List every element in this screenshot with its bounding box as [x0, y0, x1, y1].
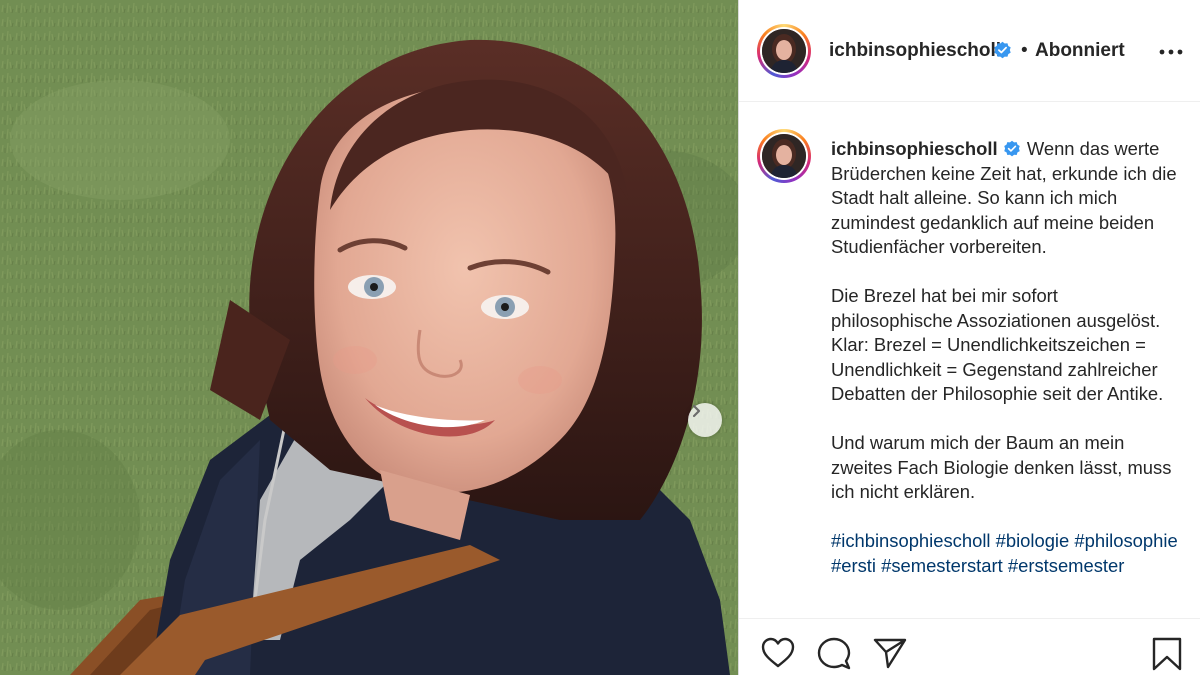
more-options-icon [1159, 49, 1183, 55]
comment-bubble-icon [817, 637, 851, 670]
like-button[interactable] [761, 637, 795, 674]
hashtag-link[interactable]: #philosophie [1074, 530, 1177, 551]
hashtag-list: #ichbinsophiescholl #biologie #philosoph… [831, 529, 1181, 578]
next-photo-button[interactable] [688, 403, 722, 437]
selfie-image [0, 0, 738, 675]
verified-badge-icon [993, 41, 1012, 60]
post-actions-bar [739, 618, 1200, 675]
avatar-image [762, 134, 806, 178]
hashtag-link[interactable]: #biologie [996, 530, 1070, 551]
avatar-image [762, 29, 806, 73]
post-caption: ichbinsophiescholl Wenn das werte Brüder… [831, 137, 1181, 578]
hashtag-link[interactable]: #semesterstart [881, 555, 1003, 576]
caption-username-link[interactable]: ichbinsophiescholl [831, 138, 998, 159]
username-link[interactable]: ichbinsophiescholl [829, 40, 1001, 62]
caption-paragraph-3: Und warum mich der Baum an mein zweites … [831, 432, 1172, 502]
verified-badge-icon [1003, 140, 1022, 159]
caption-avatar[interactable] [757, 129, 811, 183]
comments-section: ichbinsophiescholl Wenn das werte Brüder… [739, 103, 1200, 618]
following-button[interactable]: Abonniert [1035, 40, 1125, 62]
chevron-right-icon [692, 404, 701, 418]
share-button[interactable] [873, 637, 907, 674]
post-header: ichbinsophiescholl • Abonniert [739, 0, 1200, 102]
hashtag-link[interactable]: #erstsemester [1008, 555, 1125, 576]
comment-button[interactable] [817, 637, 851, 675]
avatar[interactable] [757, 24, 811, 78]
post-photo [0, 0, 738, 675]
bookmark-icon [1152, 637, 1182, 671]
post-side-panel: ichbinsophiescholl • Abonniert ichbinsop… [738, 0, 1200, 675]
caption-paragraph-2: Die Brezel hat bei mir sofort philosophi… [831, 285, 1164, 404]
separator-dot: • [1021, 40, 1028, 61]
save-button[interactable] [1152, 637, 1182, 675]
heart-icon [761, 637, 795, 668]
hashtag-link[interactable]: #ichbinsophiescholl [831, 530, 991, 551]
more-options-button[interactable] [1157, 38, 1185, 66]
paper-plane-icon [873, 638, 907, 669]
hashtag-link[interactable]: #ersti [831, 555, 876, 576]
